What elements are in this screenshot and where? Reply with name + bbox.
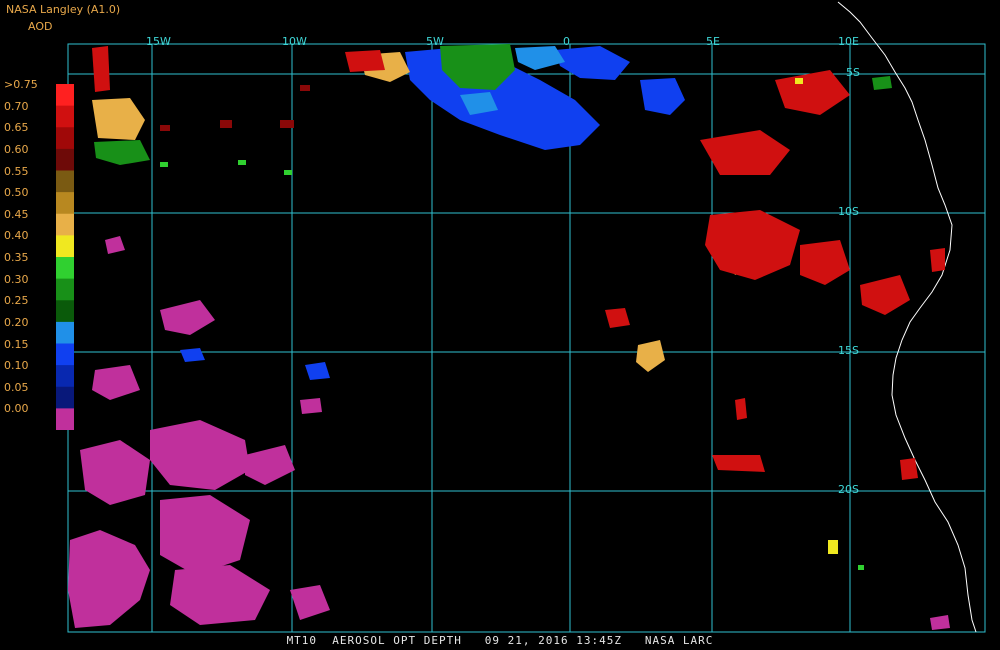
- scale-swatch: [56, 278, 74, 301]
- scale-swatch: [56, 84, 74, 107]
- scale-swatch: [56, 127, 74, 150]
- scale-label: 0.40: [4, 229, 29, 243]
- scale-swatch: [56, 192, 74, 215]
- scale-swatch: [56, 257, 74, 280]
- scale-label: 0.35: [4, 251, 29, 264]
- scale-label: 0.05: [4, 380, 29, 394]
- scale-swatch: [56, 386, 74, 409]
- lat-label-5s: 5S: [846, 66, 860, 79]
- scale-swatch: [56, 343, 74, 366]
- scale-label: 0.45: [4, 207, 29, 221]
- scale-swatch: [56, 300, 74, 323]
- lon-label-5e: 5E: [706, 35, 720, 48]
- lon-label-15w: 15W: [146, 35, 171, 48]
- scale-swatch: [56, 365, 74, 388]
- scale-swatch: [56, 148, 74, 172]
- scale-label: 0.60: [4, 142, 29, 156]
- scale-swatch: [56, 321, 74, 345]
- coastline: [837, 1, 977, 633]
- aod-scatter: [160, 85, 310, 131]
- aod-low-clusters: [68, 236, 950, 630]
- scale-label: 0.50: [4, 186, 29, 200]
- scale-label: >0.75: [4, 78, 38, 91]
- source-label: NASA Langley (A1.0): [6, 3, 121, 16]
- scale-label: 0.10: [4, 359, 29, 373]
- scale-swatch: [56, 105, 74, 128]
- scale-label: 0.25: [4, 294, 29, 308]
- lat-label-15s: 15S: [838, 344, 859, 357]
- lat-label-10s: 10S: [838, 205, 859, 218]
- scale-label: 0.55: [4, 164, 29, 178]
- aod-color-scale: [56, 84, 74, 430]
- scale-label: 0.65: [4, 121, 29, 135]
- scale-swatch: [56, 170, 74, 193]
- footer-caption: MT10 AEROSOL OPT DEPTH 09 21, 2016 13:45…: [286, 634, 714, 647]
- scale-label: 0.15: [4, 337, 29, 351]
- scale-swatch: [56, 213, 74, 236]
- aod-map: [67, 1, 986, 633]
- scale-label: 0.30: [4, 272, 29, 286]
- lon-label-5w: 5W: [426, 35, 444, 48]
- lon-label-10w: 10W: [282, 35, 307, 48]
- lon-label-0: 0: [563, 35, 570, 48]
- product-label: AOD: [28, 20, 53, 33]
- scale-swatch: [56, 235, 74, 258]
- scale-swatch: [56, 408, 74, 430]
- scale-label: 0.00: [4, 402, 29, 416]
- lat-label-20s: 20S: [838, 483, 859, 496]
- lon-label-10e: 10E: [838, 35, 859, 48]
- scale-label: 0.70: [4, 99, 29, 113]
- scale-label: 0.20: [4, 315, 29, 329]
